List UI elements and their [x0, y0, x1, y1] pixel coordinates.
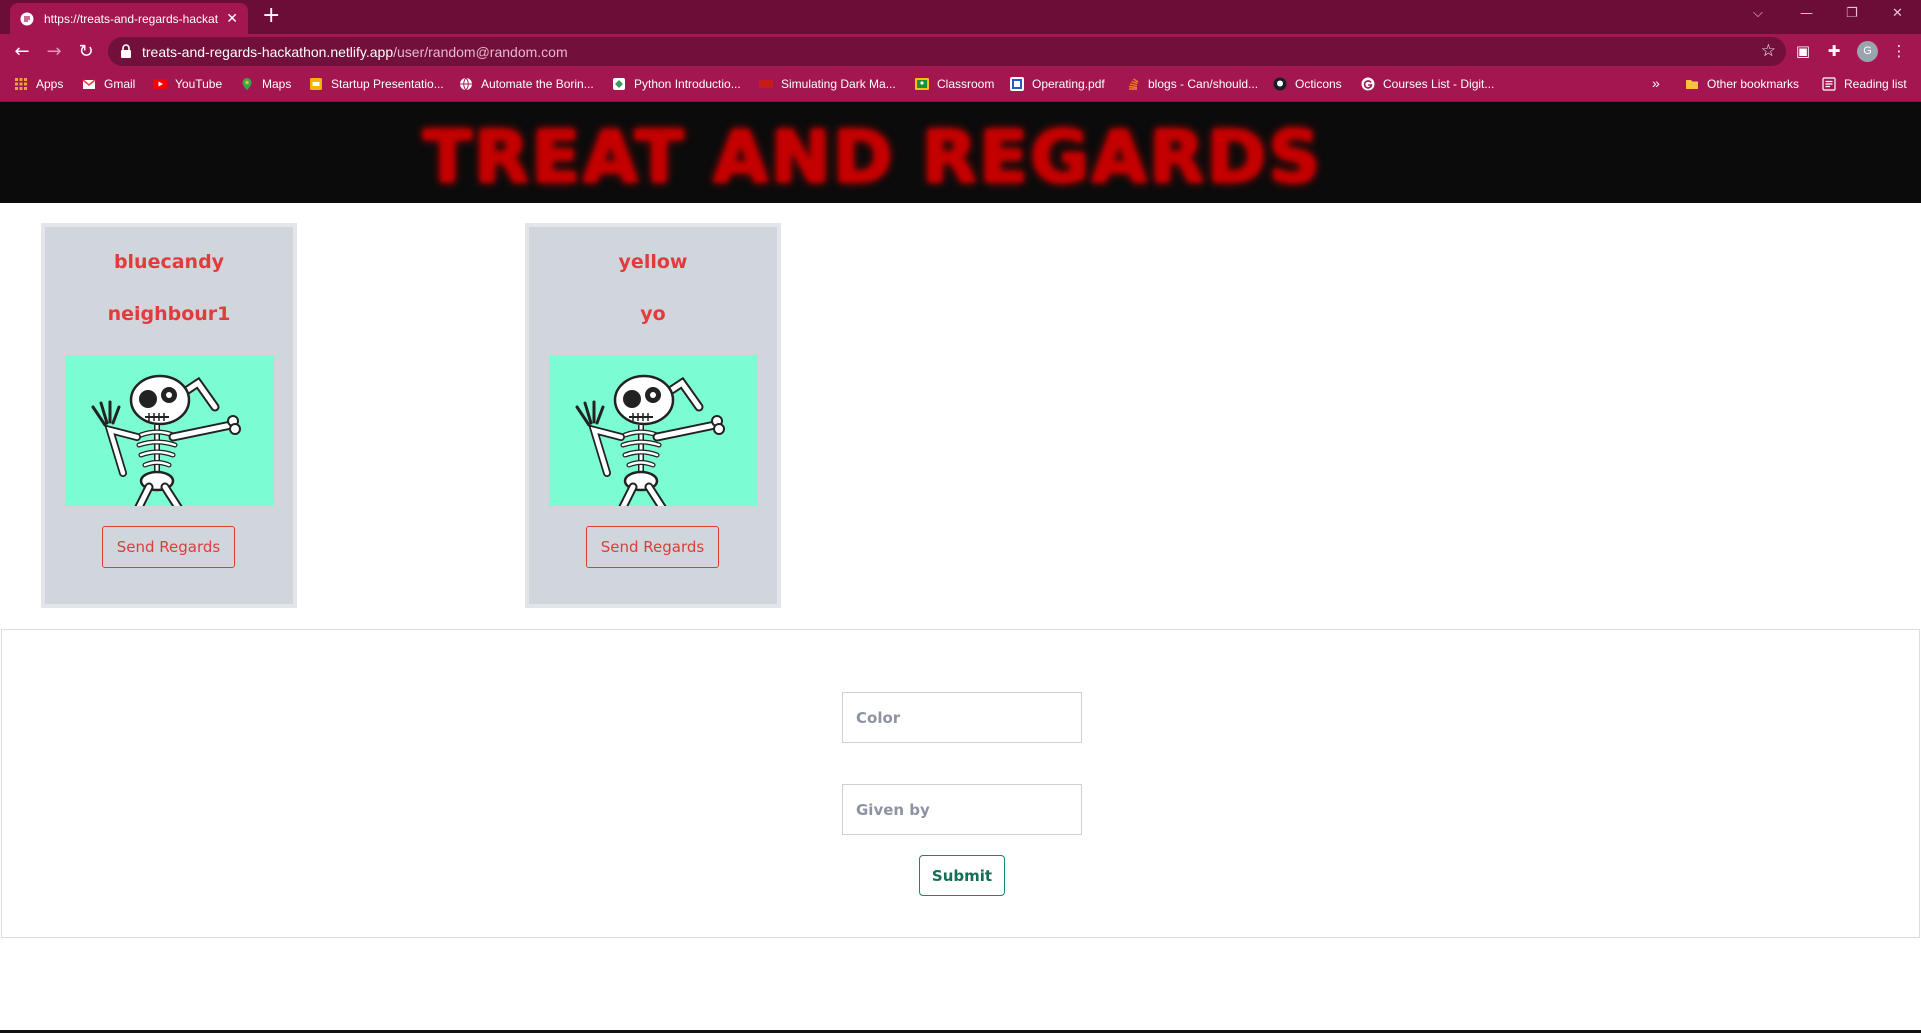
add-treat-form: Submit	[1, 629, 1920, 938]
bookmark-label: Maps	[262, 77, 292, 91]
apps-grid-icon	[15, 78, 27, 90]
bookmark-label: Gmail	[104, 77, 136, 91]
skeleton-illustration	[549, 355, 758, 506]
bookmark-blogs[interactable]: blogs - Can/should...	[1126, 77, 1258, 91]
skeleton-image	[549, 355, 758, 506]
bookmark-label: Operating.pdf	[1032, 77, 1105, 91]
bookmark-label: Classroom	[937, 77, 995, 91]
treat-color: yellow	[618, 251, 688, 273]
send-regards-button[interactable]: Send Regards	[102, 526, 235, 568]
maps-pin-icon	[242, 78, 252, 90]
treat-card: yellow yo Send Regards	[525, 223, 781, 608]
new-tab-button[interactable]: +	[262, 5, 280, 27]
python-icon	[613, 78, 625, 90]
url-text: treats-and-regards-hackathon.netlify.app…	[142, 44, 568, 60]
gmail-icon	[82, 79, 96, 89]
bookmark-other-bookmarks[interactable]: Other bookmarks	[1685, 77, 1799, 91]
bookmark-label: Reading list	[1844, 77, 1907, 91]
color-input[interactable]	[842, 692, 1082, 743]
bookmark-python-intro[interactable]: Python Introductio...	[612, 77, 741, 91]
address-bar[interactable]: treats-and-regards-hackathon.netlify.app…	[108, 37, 1786, 66]
bookmark-label: Python Introductio...	[634, 77, 741, 91]
more-bookmarks-chevron-icon: »	[1652, 75, 1660, 91]
bookmark-operating-pdf[interactable]: Operating.pdf	[1010, 77, 1105, 91]
bookmark-apps[interactable]: Apps	[14, 77, 63, 91]
lock-icon	[121, 44, 131, 58]
bookmark-label: Apps	[36, 77, 64, 91]
back-arrow-icon[interactable]: ←	[10, 40, 34, 64]
stack-icon	[1128, 78, 1139, 90]
bookmark-reading-list[interactable]: Reading list	[1822, 77, 1907, 91]
tab-strip: https://treats-and-regards-hackathon.net…	[0, 0, 1921, 34]
bookmark-octicons[interactable]: Octicons	[1273, 77, 1342, 91]
bookmark-courses-list[interactable]: Courses List - Digit...	[1361, 77, 1494, 91]
pdf-icon	[1010, 77, 1024, 91]
browser-toolbar: ← → ↻ treats-and-regards-hackathon.netli…	[0, 34, 1921, 69]
bookmark-label: Startup Presentatio...	[331, 77, 444, 91]
reading-list-icon	[1822, 77, 1836, 91]
browser-menu-icon[interactable]: ⋮	[1889, 41, 1909, 61]
reload-icon[interactable]: ↻	[74, 40, 98, 64]
slides-icon	[310, 78, 322, 90]
bookmark-label: Simulating Dark Ma...	[781, 77, 896, 91]
bookmarks-bar: Apps Gmail YouTube Maps Startup Presenta…	[0, 69, 1921, 102]
bookmark-simulating-dark[interactable]: Simulating Dark Ma...	[759, 77, 896, 91]
bookmark-gmail[interactable]: Gmail	[82, 77, 135, 91]
site-title: TREAT AND REGARDS	[422, 115, 1323, 199]
skeleton-illustration	[65, 355, 274, 506]
url-host: treats-and-regards-hackathon.netlify.app	[142, 44, 394, 60]
close-window-icon[interactable]: ✕	[1892, 6, 1903, 21]
bookmark-youtube[interactable]: YouTube	[153, 77, 222, 91]
site-header: TREAT AND REGARDS	[0, 102, 1921, 203]
github-icon	[1273, 77, 1287, 91]
bookmark-label: Courses List - Digit...	[1383, 77, 1495, 91]
pocket-extension-icon[interactable]: ▣	[1793, 41, 1813, 61]
globe-icon	[460, 77, 472, 91]
page-icon	[759, 80, 773, 88]
submit-button[interactable]: Submit	[919, 855, 1005, 896]
profile-avatar[interactable]: G	[1857, 41, 1878, 62]
bookmark-label: blogs - Can/should...	[1148, 77, 1259, 91]
active-tab[interactable]: https://treats-and-regards-hackathon.net…	[10, 3, 248, 34]
bookmark-automate-boring[interactable]: Automate the Borin...	[459, 77, 594, 91]
skeleton-image	[65, 355, 274, 506]
treat-giver: neighbour1	[107, 303, 231, 325]
extensions-puzzle-icon[interactable]: ✚	[1824, 41, 1844, 61]
bookmark-label: Octicons	[1295, 77, 1342, 91]
tab-search-icon[interactable]: ⌵	[1753, 6, 1763, 21]
bookmark-startup-presentation[interactable]: Startup Presentatio...	[309, 77, 444, 91]
treat-card: bluecandy neighbour1 Send Regards	[41, 223, 297, 608]
folder-icon	[1686, 80, 1698, 89]
more-bookmarks-button[interactable]: »	[1652, 75, 1660, 91]
treat-color: bluecandy	[113, 251, 225, 273]
tab-close-icon[interactable]: ✕	[226, 11, 238, 27]
bookmark-label: YouTube	[175, 77, 223, 91]
bookmark-maps[interactable]: Maps	[240, 77, 291, 91]
given-by-input[interactable]	[842, 784, 1082, 835]
bookmark-classroom[interactable]: Classroom	[915, 77, 994, 91]
restore-window-icon[interactable]: ❐	[1846, 6, 1858, 21]
bookmark-label: Other bookmarks	[1707, 77, 1800, 91]
send-regards-button[interactable]: Send Regards	[586, 526, 719, 568]
netlify-favicon-icon	[20, 12, 34, 25]
forward-arrow-icon[interactable]: →	[42, 40, 66, 64]
url-path: /user/random@random.com	[393, 44, 568, 60]
youtube-icon	[153, 79, 167, 89]
bookmark-star-icon[interactable]: ☆	[1761, 41, 1776, 61]
google-icon	[1361, 77, 1375, 91]
bookmark-label: Automate the Borin...	[481, 77, 594, 91]
tab-title: https://treats-and-regards-hackathon.net…	[43, 11, 219, 26]
classroom-icon	[915, 78, 929, 90]
minimize-window-icon[interactable]: —	[1800, 6, 1813, 21]
treat-giver: yo	[640, 303, 666, 325]
